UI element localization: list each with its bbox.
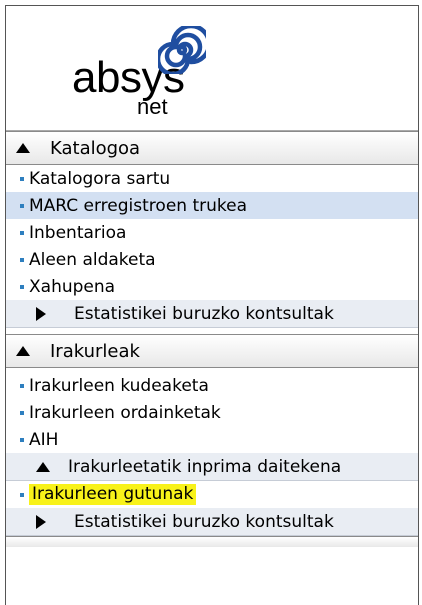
menu-item-irakurleen-gutunak[interactable]: Irakurleen gutunak bbox=[6, 481, 418, 508]
triangle-up-icon bbox=[36, 461, 56, 472]
logo: absys net bbox=[6, 6, 418, 131]
subsection-irakurleetatik-inprima[interactable]: Irakurleetatik inprima daitekena bbox=[6, 453, 418, 481]
menu-item-irakurleen-kudeaketa[interactable]: Irakurleen kudeaketa bbox=[6, 372, 418, 399]
bullet-icon bbox=[20, 383, 24, 388]
section-irakurleak[interactable]: Irakurleak bbox=[6, 334, 418, 368]
subsection-label: Estatistikei buruzko kontsultak bbox=[74, 303, 334, 324]
menu-item-inbentarioa[interactable]: Inbentarioa bbox=[6, 219, 418, 246]
menu-item-label-highlighted: Irakurleen gutunak bbox=[29, 484, 197, 505]
menu-item-label: AIH bbox=[29, 429, 59, 450]
bullet-icon bbox=[20, 437, 24, 442]
menu-item-aleen-aldaketa[interactable]: Aleen aldaketa bbox=[6, 246, 418, 273]
bullet-icon bbox=[20, 230, 24, 235]
section-label: Irakurleak bbox=[50, 340, 140, 362]
subsection-estatistikei-katalogoa[interactable]: Estatistikei buruzko kontsultak bbox=[6, 300, 418, 328]
next-section-edge bbox=[6, 536, 418, 547]
menu-item-katalogora-sartu[interactable]: Katalogora sartu bbox=[6, 165, 418, 192]
bullet-icon bbox=[20, 410, 24, 415]
logo-subtext: net bbox=[137, 94, 168, 119]
bullet-icon bbox=[20, 257, 24, 262]
menu-item-label: Aleen aldaketa bbox=[29, 249, 156, 270]
menu-item-label: MARC erregistroen trukea bbox=[29, 195, 247, 216]
spiral-logo-icon bbox=[158, 26, 206, 74]
menu-item-marc-erregistroen-trukea[interactable]: MARC erregistroen trukea bbox=[6, 192, 418, 219]
menu-item-label: Irakurleen kudeaketa bbox=[29, 375, 209, 396]
menu-item-label: Irakurleen ordainketak bbox=[29, 402, 221, 423]
subsection-label: Irakurleetatik inprima daitekena bbox=[68, 456, 342, 477]
menu-item-label: Xahupena bbox=[29, 276, 116, 297]
section-katalogoa[interactable]: Katalogoa bbox=[6, 131, 418, 165]
triangle-right-icon bbox=[36, 306, 56, 321]
bullet-icon bbox=[20, 176, 24, 181]
bullet-icon bbox=[20, 284, 24, 289]
bullet-icon bbox=[20, 492, 24, 497]
triangle-up-icon bbox=[16, 143, 36, 153]
menu-item-aih[interactable]: AIH bbox=[6, 426, 418, 453]
subsection-estatistikei-irakurleak[interactable]: Estatistikei buruzko kontsultak bbox=[6, 508, 418, 536]
triangle-up-icon bbox=[16, 346, 36, 356]
triangle-right-icon bbox=[36, 514, 56, 529]
sidebar-panel: absys net Katalogoa Katalogora sartu MAR… bbox=[5, 5, 419, 605]
section-label: Katalogoa bbox=[50, 137, 141, 159]
subsection-label: Estatistikei buruzko kontsultak bbox=[74, 511, 334, 532]
menu-item-label: Inbentarioa bbox=[29, 222, 127, 243]
menu-item-xahupena[interactable]: Xahupena bbox=[6, 273, 418, 300]
menu-item-irakurleen-ordainketak[interactable]: Irakurleen ordainketak bbox=[6, 399, 418, 426]
bullet-icon bbox=[20, 203, 24, 208]
menu-item-label: Katalogora sartu bbox=[29, 168, 171, 189]
